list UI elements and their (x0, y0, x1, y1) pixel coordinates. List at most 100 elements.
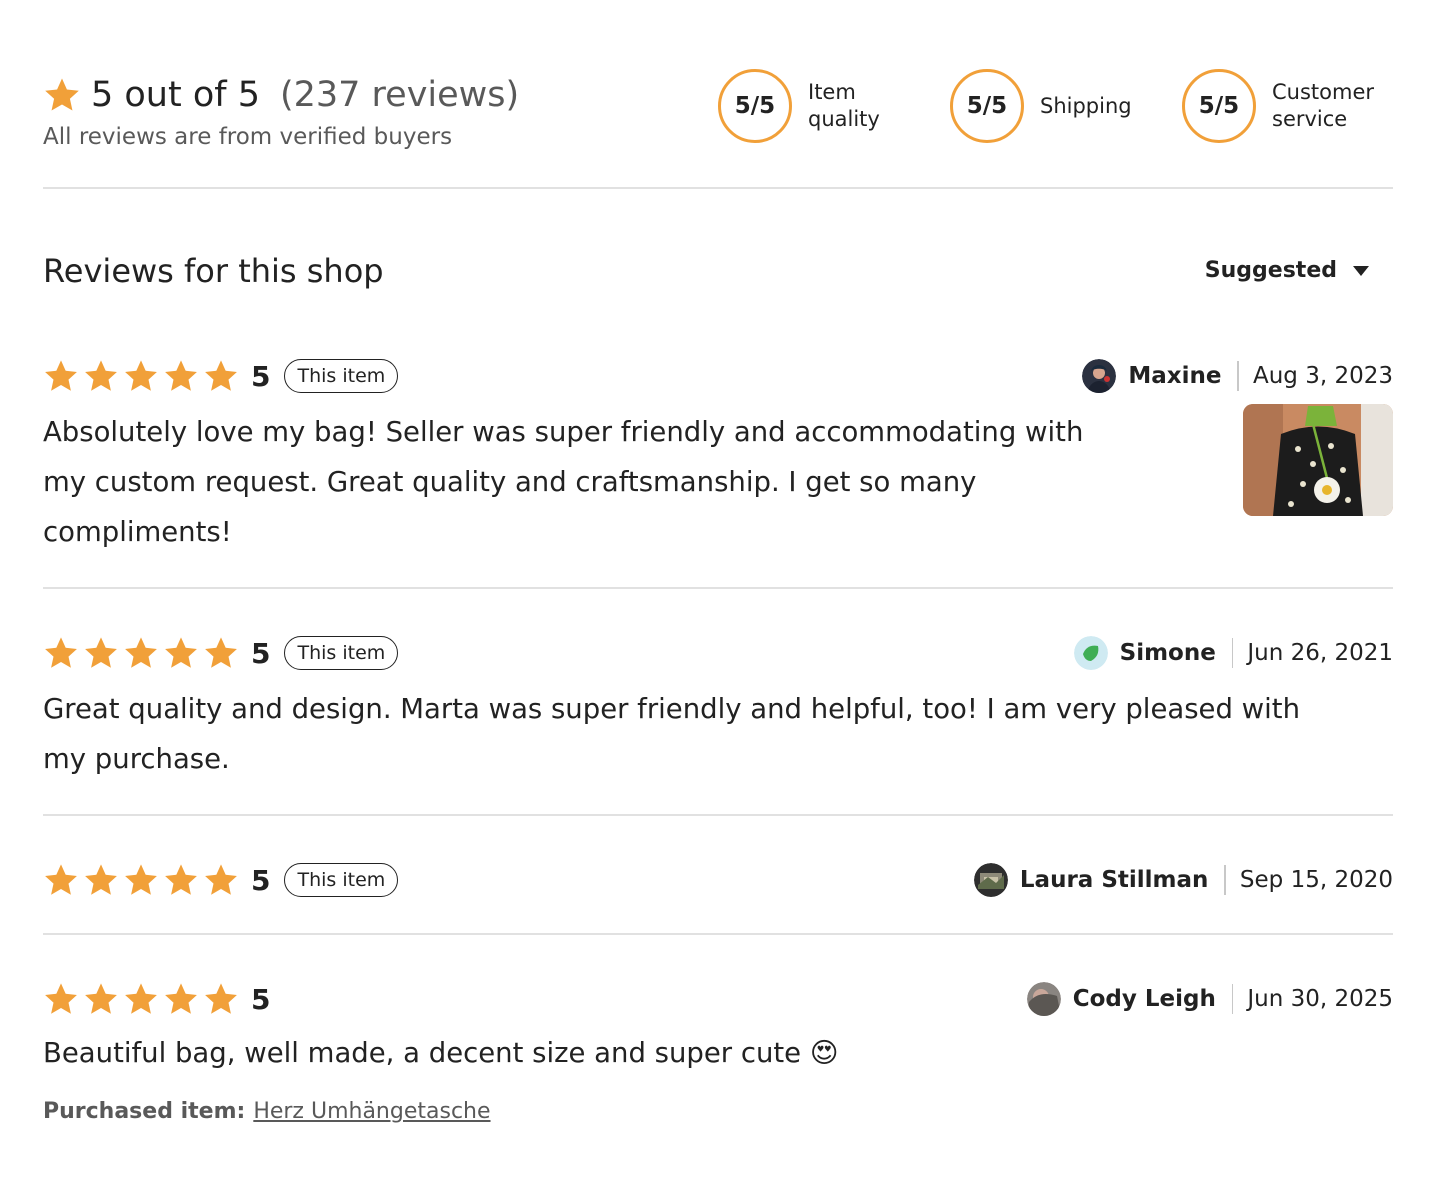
divider (43, 933, 1393, 935)
star-icon (43, 76, 81, 114)
review-byline: Simone Jun 26, 2021 (1073, 633, 1393, 673)
summary-review-count: (237 reviews) (279, 75, 520, 115)
star-icon (163, 635, 199, 671)
review-item: 5 This item Simone Jun 26, 2021 Great qu… (43, 633, 1393, 783)
review-text-line: Great quality and design. Marta was supe… (43, 693, 1301, 725)
star-icon (203, 358, 239, 394)
star-icon (83, 862, 119, 898)
review-photo[interactable] (1243, 404, 1393, 516)
star-icon (83, 981, 119, 1017)
divider (43, 587, 1393, 589)
purchased-item-label: Purchased item: (43, 1099, 246, 1124)
star-icon (163, 981, 199, 1017)
review-text: Beautiful bag, well made, a decent size … (43, 1028, 839, 1078)
star-icon (43, 635, 79, 671)
star-icon (203, 862, 239, 898)
metric-label: Customer service (1272, 79, 1374, 133)
star-icon (203, 635, 239, 671)
reviewer-name[interactable]: Cody Leigh (1073, 986, 1216, 1012)
review-text-line: Beautiful bag, well made, a decent size … (43, 1037, 839, 1069)
star-icon (83, 358, 119, 394)
star-icon (203, 981, 239, 1017)
reviews-summary: 5 out of 5 (237 reviews) All reviews are… (43, 62, 1393, 188)
review-text-line: my custom request. Great quality and cra… (43, 466, 977, 498)
rating-value: 5 (251, 863, 271, 897)
review-byline: Laura Stillman Sep 15, 2020 (973, 860, 1393, 900)
this-item-tag: This item (284, 359, 399, 393)
review-text-line: compliments! (43, 516, 232, 548)
avatar[interactable] (1082, 359, 1117, 393)
metric-label: Item quality (808, 79, 880, 133)
star-rating (43, 358, 243, 394)
metric-score-ring: 5/5 (1182, 69, 1256, 143)
metric-item-quality: 5/5 Item quality (718, 68, 880, 144)
review-text-line: Absolutely love my bag! Seller was super… (43, 416, 1084, 448)
review-item: 5 This item Laura Stillman Sep 15, 2020 (43, 860, 1393, 910)
purchased-item-link[interactable]: Herz Umhängetasche (253, 1099, 490, 1124)
star-rating (43, 862, 243, 898)
star-rating (43, 981, 243, 1017)
review-rating: 5 This item (43, 633, 399, 673)
star-icon (123, 358, 159, 394)
reviewer-name[interactable]: Laura Stillman (1020, 867, 1209, 893)
review-text: Absolutely love my bag! Seller was super… (43, 407, 1083, 557)
metric-label-line: Item (808, 80, 856, 104)
star-icon (43, 358, 79, 394)
verified-buyers-note: All reviews are from verified buyers (43, 124, 453, 150)
star-icon (123, 981, 159, 1017)
section-title: Reviews for this shop (43, 252, 384, 290)
review-item: 5 Cody Leigh Jun 30, 2025 Beautiful bag,… (43, 979, 1393, 1139)
review-rating: 5 (43, 979, 270, 1019)
review-byline: Cody Leigh Jun 30, 2025 (1026, 979, 1393, 1019)
rating-value: 5 (251, 359, 271, 393)
star-icon (83, 635, 119, 671)
byline-separator (1231, 638, 1234, 668)
review-text: Great quality and design. Marta was supe… (43, 684, 1300, 784)
metric-score-ring: 5/5 (718, 69, 792, 143)
star-icon (123, 862, 159, 898)
divider (43, 187, 1393, 189)
review-text-line: my purchase. (43, 743, 230, 775)
reviewer-name[interactable]: Maxine (1128, 363, 1221, 389)
byline-separator (1224, 865, 1226, 895)
review-rating: 5 This item (43, 356, 399, 396)
this-item-tag: This item (284, 863, 399, 897)
rating-value: 5 (251, 982, 271, 1016)
metric-label-line: service (1272, 107, 1348, 131)
reviews-page: 5 out of 5 (237 reviews) All reviews are… (0, 0, 1445, 1185)
caret-down-icon (1353, 265, 1369, 276)
sort-dropdown[interactable]: Suggested (1205, 258, 1369, 283)
this-item-tag: This item (284, 636, 399, 670)
avatar[interactable] (1073, 636, 1108, 670)
summary-score: 5 out of 5 (91, 75, 260, 115)
metric-label-line: quality (808, 107, 880, 131)
metric-shipping: 5/5 Shipping (950, 68, 1132, 144)
review-byline: Maxine Aug 3, 2023 (1082, 356, 1393, 396)
metric-label-line: Shipping (1040, 93, 1132, 118)
review-date: Sep 15, 2020 (1239, 867, 1393, 893)
metric-customer-service: 5/5 Customer service (1182, 68, 1374, 144)
review-date: Jun 26, 2021 (1247, 640, 1393, 666)
sort-label: Suggested (1204, 258, 1337, 283)
purchased-item: Purchased item: Herz Umhängetasche (43, 1099, 491, 1124)
byline-separator (1237, 361, 1239, 391)
star-icon (163, 358, 199, 394)
star-icon (43, 981, 79, 1017)
byline-separator (1231, 984, 1234, 1014)
rating-value: 5 (251, 636, 271, 670)
review-item: 5 This item Maxine Aug 3, 2023 Absolutel… (43, 356, 1393, 556)
metric-label: Shipping (1040, 93, 1132, 120)
star-icon (123, 635, 159, 671)
review-date: Jun 30, 2025 (1247, 986, 1393, 1012)
star-icon (43, 862, 79, 898)
metric-score-ring: 5/5 (950, 69, 1024, 143)
avatar[interactable] (1026, 982, 1061, 1016)
metric-label-line: Customer (1272, 80, 1375, 104)
avatar[interactable] (973, 863, 1008, 897)
review-date: Aug 3, 2023 (1252, 363, 1393, 389)
star-icon (163, 862, 199, 898)
divider (43, 814, 1393, 816)
reviewer-name[interactable]: Simone (1120, 640, 1216, 666)
summary-rating-line: 5 out of 5 (237 reviews) (43, 68, 519, 115)
star-rating (43, 635, 243, 671)
